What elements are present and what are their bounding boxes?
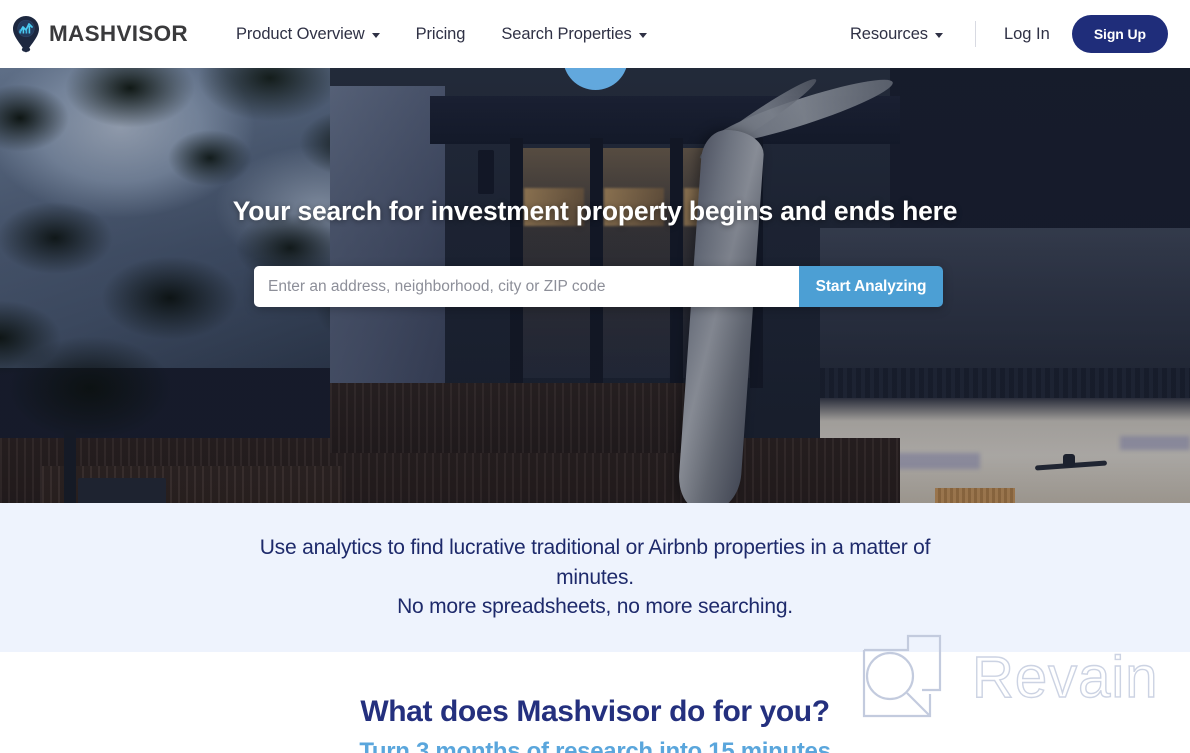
nav-item-search-properties-label: Search Properties <box>501 24 632 43</box>
property-search-bar: Start Analyzing <box>254 266 943 307</box>
tagline-text: Use analytics to find lucrative traditio… <box>225 533 965 622</box>
logo-home-link[interactable]: MASHVISOR <box>10 15 188 53</box>
tagline-line-2: No more spreadsheets, no more searching. <box>397 595 793 619</box>
chevron-down-icon <box>934 32 943 38</box>
tagline-line-1: Use analytics to find lucrative traditio… <box>259 535 931 589</box>
logo-wordmark: MASHVISOR <box>49 21 188 46</box>
value-prop-section: What does Mashvisor do for you? Turn 3 m… <box>0 652 1190 753</box>
nav-item-product-overview-label: Product Overview <box>235 24 365 43</box>
hero-section: Your search for investment property begi… <box>0 68 1190 503</box>
section-heading: What does Mashvisor do for you? <box>360 695 830 728</box>
start-analyzing-button[interactable]: Start Analyzing <box>799 266 943 307</box>
signup-button[interactable]: Sign Up <box>1071 15 1168 53</box>
chevron-down-icon <box>638 32 647 38</box>
login-link[interactable]: Log In <box>990 25 1064 44</box>
search-input[interactable] <box>254 266 799 307</box>
chevron-down-icon <box>371 32 380 38</box>
hero-title: Your search for investment property begi… <box>232 196 958 226</box>
top-navigation-bar: MASHVISOR Product Overview Pricing Searc… <box>0 0 1190 68</box>
map-pin-chart-icon <box>10 15 42 53</box>
nav-item-resources-label: Resources <box>849 24 928 43</box>
tagline-section: Use analytics to find lucrative traditio… <box>0 503 1190 652</box>
nav-divider <box>974 21 976 47</box>
nav-item-resources[interactable]: Resources <box>832 25 961 44</box>
section-subheading: Turn 3 months of research into 15 minute… <box>359 738 831 753</box>
primary-nav: Product Overview Pricing Search Properti… <box>218 25 665 44</box>
nav-item-pricing[interactable]: Pricing <box>398 25 484 44</box>
secondary-nav: Resources Log In Sign Up <box>832 15 1168 53</box>
nav-item-search-properties[interactable]: Search Properties <box>483 25 664 44</box>
hero-content: Your search for investment property begi… <box>0 68 1190 503</box>
nav-item-product-overview[interactable]: Product Overview <box>218 25 398 44</box>
nav-item-pricing-label: Pricing <box>415 24 466 43</box>
